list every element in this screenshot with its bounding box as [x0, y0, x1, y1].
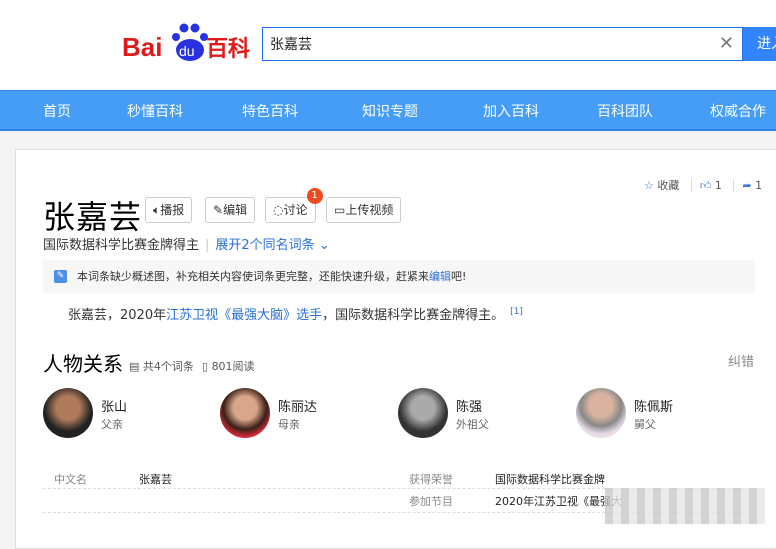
notice-edit-link[interactable]: 编辑 — [429, 270, 451, 283]
person-card[interactable]: 张山 父亲 — [43, 388, 213, 440]
info-value: 2020年江苏卫视《最强大 — [495, 495, 622, 508]
info-value: 张嘉芸 — [139, 473, 172, 486]
edit-label: 编辑 — [223, 203, 248, 217]
star-icon: ☆ — [644, 179, 654, 192]
person-card[interactable]: 陈丽达 母亲 — [220, 388, 390, 440]
doc-icon: ▤ — [129, 360, 140, 373]
person-card[interactable]: 陈强 外祖父 — [398, 388, 568, 440]
watermark — [605, 488, 765, 524]
read-count-label: 801阅读 — [211, 360, 255, 373]
nav-topics[interactable]: 知识专题 — [362, 101, 418, 121]
page-title: 张嘉芸 — [43, 198, 143, 236]
nav-featured[interactable]: 特色百科 — [242, 101, 298, 121]
search-button[interactable]: 进入词条 — [743, 27, 776, 86]
avatar — [398, 388, 448, 438]
person-card[interactable]: 陈佩斯 舅父 — [576, 388, 746, 440]
collect-label: 收藏 — [657, 179, 680, 192]
entry-subtitle: 国际数据科学比赛金牌得主 | 展开2个同名词条 ⌄ — [43, 238, 330, 253]
upload-video-label: 上传视频 — [345, 203, 394, 217]
notice-text-end: 吧! — [451, 270, 467, 283]
clear-icon[interactable]: ✕ — [719, 33, 734, 54]
chevron-down-icon: ⌄ — [318, 238, 330, 253]
nav-join[interactable]: 加入百科 — [483, 101, 539, 121]
discuss-label: 讨论 — [283, 203, 308, 217]
summary: 张嘉芸，2020年江苏卫视《最强大脑》选手，国际数据科学比赛金牌得主。 [1] — [68, 304, 523, 323]
person-name: 张山 — [101, 400, 128, 415]
svg-text:百科: 百科 — [206, 37, 250, 62]
notice-bar: ✎ 本词条缺少概述图，补充相关内容使词条更完整，还能快速升级，赶紧来编辑吧! — [43, 260, 755, 293]
entry-count-label: 共4个词条 — [142, 360, 194, 373]
person-name: 陈强 — [456, 400, 483, 415]
read-count: ▯ 801阅读 — [202, 358, 255, 374]
info-label: 获得荣誉 — [409, 473, 453, 486]
info-label: 参加节目 — [409, 495, 453, 508]
nav-home[interactable]: 首页 — [43, 101, 71, 121]
search-input[interactable] — [263, 28, 703, 60]
person-name: 陈丽达 — [278, 400, 318, 415]
nav-miaodong[interactable]: 秒懂百科 — [127, 101, 183, 121]
reference-link[interactable]: [1] — [510, 307, 523, 317]
pencil-icon: ✎ — [213, 203, 224, 217]
share-count: 1 — [755, 179, 763, 192]
main-nav: 首页 秒懂百科 特色百科 知识专题 加入百科 百科团队 权威合作 — [0, 90, 776, 131]
discussion-badge: 1 — [306, 188, 323, 204]
header: Bai du 百科 ✕ 进入词条 — [0, 0, 776, 90]
correct-link[interactable]: 纠错 — [728, 351, 754, 370]
discuss-button[interactable]: ◌讨论 1 — [265, 188, 323, 223]
relations-title: 人物关系 — [43, 352, 123, 376]
entry-actions: ☆ 收藏 👍︎ 1 ➦ 1 — [644, 177, 763, 193]
upload-video-button[interactable]: ▭上传视频 — [326, 197, 402, 223]
expand-label: 展开2个同名词条 — [215, 238, 315, 253]
nav-partners[interactable]: 权威合作 — [710, 101, 766, 121]
book-icon: ▯ — [202, 360, 209, 373]
svg-text:Bai: Bai — [122, 32, 162, 62]
person-relation: 舅父 — [634, 418, 656, 431]
avatar — [43, 388, 93, 438]
person-name: 陈佩斯 — [634, 400, 674, 415]
svg-text:du: du — [179, 43, 195, 59]
link-show[interactable]: 《最强大脑》 — [218, 308, 296, 323]
summary-text-end: ，国际数据科学比赛金牌得主。 — [322, 308, 505, 323]
link-jiangsu-tv[interactable]: 江苏卫视 — [166, 308, 218, 323]
share-button[interactable]: ➦ 1 — [733, 179, 763, 192]
baidu-baike-logo[interactable]: Bai du 百科 — [122, 20, 252, 62]
like-button[interactable]: 👍︎ 1 — [690, 179, 722, 192]
person-relation: 母亲 — [278, 418, 300, 431]
entry-count: ▤ 共4个词条 — [129, 358, 194, 374]
subtitle-text: 国际数据科学比赛金牌得主 — [43, 238, 200, 253]
avatar — [220, 388, 270, 438]
broadcast-label: 播报 — [160, 203, 185, 217]
person-relation: 外祖父 — [456, 418, 489, 431]
expand-homonyms-link[interactable]: 展开2个同名词条 ⌄ — [215, 238, 329, 253]
like-count: 1 — [714, 179, 722, 192]
avatar — [576, 388, 626, 438]
chat-icon: ◌ — [273, 203, 284, 217]
link-contestant[interactable]: 选手 — [296, 308, 322, 323]
broadcast-button[interactable]: 🔈︎播报 — [145, 197, 193, 223]
collect-button[interactable]: ☆ 收藏 — [644, 179, 679, 192]
summary-text: 张嘉芸，2020年 — [68, 308, 167, 323]
nav-team[interactable]: 百科团队 — [597, 101, 653, 121]
edit-icon: ✎ — [54, 270, 67, 283]
search-box[interactable]: ✕ — [262, 27, 743, 61]
info-label: 中文名 — [54, 473, 87, 486]
info-value: 国际数据科学比赛金牌 — [495, 473, 605, 486]
video-icon: ▭ — [334, 203, 346, 217]
person-relation: 父亲 — [101, 418, 123, 431]
notice-text: 本词条缺少概述图，补充相关内容使词条更完整，还能快速升级，赶紧来 — [77, 270, 429, 283]
edit-button[interactable]: ✎编辑 — [205, 197, 256, 223]
share-icon: ➦ — [742, 179, 752, 192]
thumbs-up-icon: 👍︎ — [699, 179, 712, 192]
